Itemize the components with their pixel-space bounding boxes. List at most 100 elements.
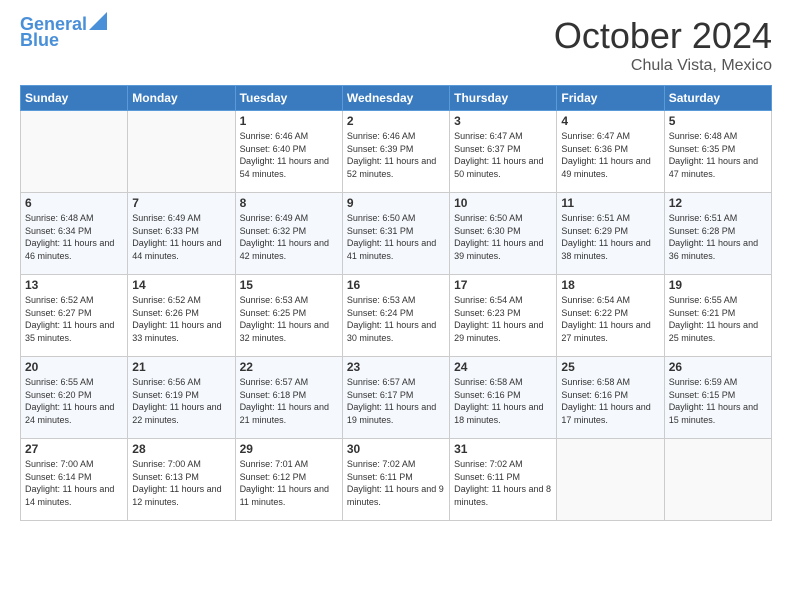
day-number: 31 bbox=[454, 442, 552, 456]
calendar-cell: 1 Sunrise: 6:46 AMSunset: 6:40 PMDaylight… bbox=[235, 111, 342, 193]
day-info: Sunrise: 6:59 AMSunset: 6:15 PMDaylight:… bbox=[669, 376, 767, 426]
calendar-cell: 3Sunrise: 6:47 AMSunset: 6:37 PMDaylight… bbox=[450, 111, 557, 193]
calendar-cell: 11 Sunrise: 6:51 AMSunset: 6:29 PMDayligh… bbox=[557, 193, 664, 275]
day-info: Sunrise: 6:51 AMSunset: 6:29 PMDaylight:… bbox=[561, 212, 659, 262]
day-info: Sunrise: 6:52 AMSunset: 6:26 PMDaylight:… bbox=[132, 294, 230, 344]
calendar-cell bbox=[128, 111, 235, 193]
calendar-table: Sunday Monday Tuesday Wednesday Thursday… bbox=[20, 85, 772, 521]
calendar-cell: 5 Sunrise: 6:48 AMSunset: 6:35 PMDaylight… bbox=[664, 111, 771, 193]
calendar-cell: 22 Sunrise: 6:57 AMSunset: 6:18 PMDayligh… bbox=[235, 357, 342, 439]
day-number: 22 bbox=[240, 360, 338, 374]
day-number: 1 bbox=[240, 114, 338, 128]
day-number: 16 bbox=[347, 278, 445, 292]
calendar-cell: 20 Sunrise: 6:55 AMSunset: 6:20 PMDayligh… bbox=[21, 357, 128, 439]
calendar-cell: 2Sunrise: 6:46 AMSunset: 6:39 PMDaylight… bbox=[342, 111, 449, 193]
day-info: Sunrise: 7:02 AMSunset: 6:11 PMDaylight:… bbox=[454, 458, 552, 508]
day-number: 24 bbox=[454, 360, 552, 374]
calendar-cell: 13 Sunrise: 6:52 AMSunset: 6:27 PMDayligh… bbox=[21, 275, 128, 357]
day-info: Sunrise: 6:50 AMSunset: 6:31 PMDaylight:… bbox=[347, 212, 445, 262]
location: Chula Vista, Mexico bbox=[554, 57, 772, 75]
calendar-cell: 6Sunrise: 6:48 AMSunset: 6:34 PMDaylight… bbox=[21, 193, 128, 275]
logo-text-line2: Blue bbox=[20, 31, 59, 51]
logo-bird-icon bbox=[89, 12, 107, 30]
day-info: Sunrise: 6:55 AMSunset: 6:21 PMDaylight:… bbox=[669, 294, 767, 344]
calendar-cell bbox=[664, 439, 771, 521]
calendar-cell: 14 Sunrise: 6:52 AMSunset: 6:26 PMDayligh… bbox=[128, 275, 235, 357]
day-info: Sunrise: 6:57 AMSunset: 6:17 PMDaylight:… bbox=[347, 376, 445, 426]
calendar-cell: 19Sunrise: 6:55 AMSunset: 6:21 PMDayligh… bbox=[664, 275, 771, 357]
day-info: Sunrise: 6:47 AMSunset: 6:37 PMDaylight:… bbox=[454, 130, 552, 180]
title-block: October 2024 Chula Vista, Mexico bbox=[554, 15, 772, 75]
calendar-week-4: 20 Sunrise: 6:55 AMSunset: 6:20 PMDayligh… bbox=[21, 357, 772, 439]
day-info: Sunrise: 7:00 AMSunset: 6:14 PMDaylight:… bbox=[25, 458, 123, 508]
month-title: October 2024 bbox=[554, 15, 772, 57]
day-info: Sunrise: 6:53 AMSunset: 6:25 PMDaylight:… bbox=[240, 294, 338, 344]
day-info: Sunrise: 6:50 AMSunset: 6:30 PMDaylight:… bbox=[454, 212, 552, 262]
day-info: Sunrise: 6:56 AMSunset: 6:19 PMDaylight:… bbox=[132, 376, 230, 426]
header-friday: Friday bbox=[557, 86, 664, 111]
calendar-cell: 9 Sunrise: 6:50 AMSunset: 6:31 PMDaylight… bbox=[342, 193, 449, 275]
day-number: 20 bbox=[25, 360, 123, 374]
day-number: 5 bbox=[669, 114, 767, 128]
header-wednesday: Wednesday bbox=[342, 86, 449, 111]
day-number: 11 bbox=[561, 196, 659, 210]
day-number: 4 bbox=[561, 114, 659, 128]
day-info: Sunrise: 6:48 AMSunset: 6:35 PMDaylight:… bbox=[669, 130, 767, 180]
calendar-cell: 12 Sunrise: 6:51 AMSunset: 6:28 PMDayligh… bbox=[664, 193, 771, 275]
day-number: 27 bbox=[25, 442, 123, 456]
header-thursday: Thursday bbox=[450, 86, 557, 111]
calendar-cell bbox=[21, 111, 128, 193]
day-info: Sunrise: 6:51 AMSunset: 6:28 PMDaylight:… bbox=[669, 212, 767, 262]
day-number: 25 bbox=[561, 360, 659, 374]
calendar-cell: 8 Sunrise: 6:49 AMSunset: 6:32 PMDaylight… bbox=[235, 193, 342, 275]
day-number: 29 bbox=[240, 442, 338, 456]
calendar-cell: 16 Sunrise: 6:53 AMSunset: 6:24 PMDayligh… bbox=[342, 275, 449, 357]
calendar-cell: 4Sunrise: 6:47 AMSunset: 6:36 PMDaylight… bbox=[557, 111, 664, 193]
day-number: 8 bbox=[240, 196, 338, 210]
page: General Blue October 2024 Chula Vista, M… bbox=[0, 0, 792, 612]
calendar-week-2: 6Sunrise: 6:48 AMSunset: 6:34 PMDaylight… bbox=[21, 193, 772, 275]
header-sunday: Sunday bbox=[21, 86, 128, 111]
calendar-cell: 10 Sunrise: 6:50 AMSunset: 6:30 PMDayligh… bbox=[450, 193, 557, 275]
calendar-cell: 18Sunrise: 6:54 AMSunset: 6:22 PMDayligh… bbox=[557, 275, 664, 357]
header: General Blue October 2024 Chula Vista, M… bbox=[20, 15, 772, 75]
day-number: 26 bbox=[669, 360, 767, 374]
day-number: 9 bbox=[347, 196, 445, 210]
day-info: Sunrise: 6:58 AMSunset: 6:16 PMDaylight:… bbox=[561, 376, 659, 426]
day-info: Sunrise: 7:00 AMSunset: 6:13 PMDaylight:… bbox=[132, 458, 230, 508]
day-number: 17 bbox=[454, 278, 552, 292]
calendar-cell: 24 Sunrise: 6:58 AMSunset: 6:16 PMDayligh… bbox=[450, 357, 557, 439]
header-tuesday: Tuesday bbox=[235, 86, 342, 111]
header-monday: Monday bbox=[128, 86, 235, 111]
calendar-cell: 28 Sunrise: 7:00 AMSunset: 6:13 PMDayligh… bbox=[128, 439, 235, 521]
day-number: 14 bbox=[132, 278, 230, 292]
day-number: 12 bbox=[669, 196, 767, 210]
calendar-cell: 17Sunrise: 6:54 AMSunset: 6:23 PMDayligh… bbox=[450, 275, 557, 357]
calendar-cell: 15 Sunrise: 6:53 AMSunset: 6:25 PMDayligh… bbox=[235, 275, 342, 357]
day-number: 15 bbox=[240, 278, 338, 292]
day-info: Sunrise: 6:46 AMSunset: 6:39 PMDaylight:… bbox=[347, 130, 445, 180]
header-saturday: Saturday bbox=[664, 86, 771, 111]
calendar-cell: 25 Sunrise: 6:58 AMSunset: 6:16 PMDayligh… bbox=[557, 357, 664, 439]
calendar-cell: 21 Sunrise: 6:56 AMSunset: 6:19 PMDayligh… bbox=[128, 357, 235, 439]
day-info: Sunrise: 6:58 AMSunset: 6:16 PMDaylight:… bbox=[454, 376, 552, 426]
day-info: Sunrise: 6:49 AMSunset: 6:32 PMDaylight:… bbox=[240, 212, 338, 262]
day-info: Sunrise: 6:52 AMSunset: 6:27 PMDaylight:… bbox=[25, 294, 123, 344]
day-info: Sunrise: 6:53 AMSunset: 6:24 PMDaylight:… bbox=[347, 294, 445, 344]
calendar-week-3: 13 Sunrise: 6:52 AMSunset: 6:27 PMDayligh… bbox=[21, 275, 772, 357]
day-number: 28 bbox=[132, 442, 230, 456]
day-number: 30 bbox=[347, 442, 445, 456]
calendar-week-1: 1 Sunrise: 6:46 AMSunset: 6:40 PMDaylight… bbox=[21, 111, 772, 193]
day-number: 10 bbox=[454, 196, 552, 210]
day-info: Sunrise: 6:54 AMSunset: 6:22 PMDaylight:… bbox=[561, 294, 659, 344]
day-info: Sunrise: 7:02 AMSunset: 6:11 PMDaylight:… bbox=[347, 458, 445, 508]
day-info: Sunrise: 6:55 AMSunset: 6:20 PMDaylight:… bbox=[25, 376, 123, 426]
day-info: Sunrise: 6:57 AMSunset: 6:18 PMDaylight:… bbox=[240, 376, 338, 426]
calendar-cell: 27 Sunrise: 7:00 AMSunset: 6:14 PMDayligh… bbox=[21, 439, 128, 521]
day-number: 13 bbox=[25, 278, 123, 292]
day-number: 6 bbox=[25, 196, 123, 210]
day-info: Sunrise: 6:46 AMSunset: 6:40 PMDaylight:… bbox=[240, 130, 338, 180]
day-number: 21 bbox=[132, 360, 230, 374]
logo: General Blue bbox=[20, 15, 107, 51]
calendar-cell: 26 Sunrise: 6:59 AMSunset: 6:15 PMDayligh… bbox=[664, 357, 771, 439]
